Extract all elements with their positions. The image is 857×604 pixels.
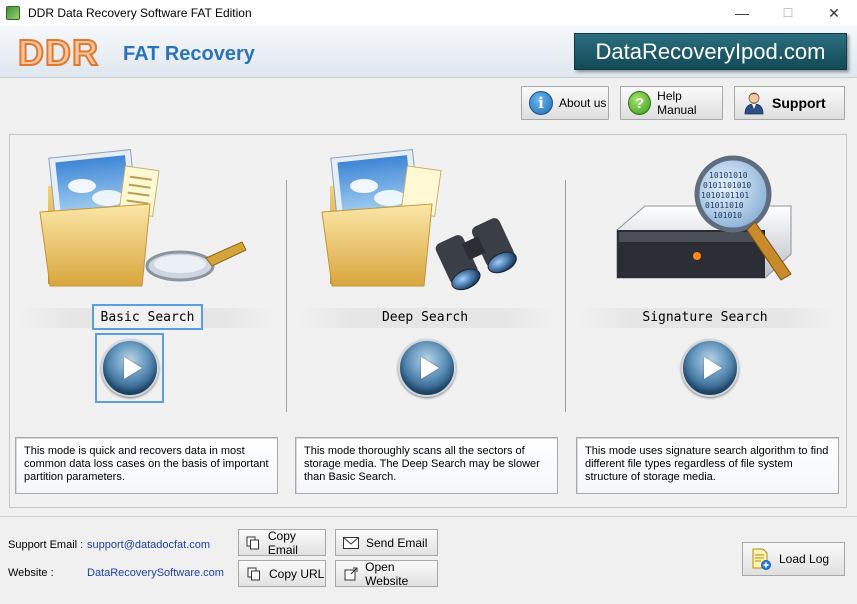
deep-search-label[interactable]: Deep Search <box>350 310 500 325</box>
info-icon: i <box>529 91 553 115</box>
website-badge: DataRecoveryIpod.com <box>574 33 847 70</box>
close-button[interactable]: ✕ <box>811 0 857 26</box>
copy-email-button[interactable]: Copy Email <box>238 528 326 557</box>
help-manual-button[interactable]: ? Help Manual <box>620 86 723 120</box>
play-icon <box>420 357 439 379</box>
title-bar: DDR Data Recovery Software FAT Edition —… <box>0 0 857 26</box>
send-email-button[interactable]: Send Email <box>335 529 438 556</box>
svg-text:10101010: 10101010 <box>709 171 748 180</box>
copy-url-label: Copy URL <box>269 566 325 581</box>
maximize-button[interactable]: ☐ <box>765 0 811 26</box>
window-title: DDR Data Recovery Software FAT Edition <box>28 6 252 20</box>
question-icon: ? <box>628 91 652 115</box>
send-email-label: Send Email <box>366 535 428 550</box>
svg-text:01011010: 01011010 <box>705 201 744 210</box>
support-email-link[interactable]: support@datadocfat.com <box>87 539 210 551</box>
minimize-button[interactable]: — <box>719 0 765 26</box>
product-name: FAT Recovery <box>123 43 255 65</box>
open-website-button[interactable]: Open Website <box>335 559 438 588</box>
user-icon <box>742 91 766 115</box>
support-label: Support <box>772 95 826 111</box>
help-manual-label: Help Manual <box>657 89 697 117</box>
signature-search-description: This mode uses signature search algorith… <box>576 437 839 494</box>
signature-search-label[interactable]: Signature Search <box>615 310 795 325</box>
svg-text:0101101010: 0101101010 <box>703 181 751 190</box>
svg-text:1010101101: 1010101101 <box>701 191 749 200</box>
footer-separator <box>0 516 857 517</box>
drive-magnifier-icon: 10101010 0101101010 1010101101 01011010 … <box>616 155 792 281</box>
support-button[interactable]: Support <box>734 86 845 120</box>
load-log-icon <box>751 548 771 570</box>
copy-email-label: Copy Email <box>267 528 298 557</box>
divider <box>565 180 566 412</box>
open-website-label: Open Website <box>365 559 409 588</box>
deep-search-start-button[interactable] <box>398 339 456 397</box>
divider <box>286 180 287 412</box>
folder-magnifier-icon <box>39 149 247 287</box>
signature-search-start-button[interactable] <box>681 339 739 397</box>
basic-search-start-button[interactable] <box>101 339 159 397</box>
website-link[interactable]: DataRecoverySoftware.com <box>87 567 224 579</box>
window-controls: — ☐ ✕ <box>719 0 857 26</box>
copy-icon <box>246 566 262 582</box>
play-icon <box>123 357 142 379</box>
about-us-button[interactable]: i About us <box>521 86 609 120</box>
load-log-button[interactable]: Load Log <box>742 542 845 576</box>
ddr-logo: DDR <box>17 32 99 73</box>
basic-search-label[interactable]: Basic Search <box>92 310 203 325</box>
play-icon <box>703 357 722 379</box>
deep-search-description: This mode thoroughly scans all the secto… <box>295 437 558 494</box>
header-banner: DDR FAT Recovery DataRecoveryIpod.com <box>0 26 857 78</box>
support-email-label: Support Email : <box>8 539 84 551</box>
folder-binoculars-icon <box>321 149 517 291</box>
envelope-icon <box>343 535 359 551</box>
copy-url-button[interactable]: Copy URL <box>238 560 326 587</box>
external-link-icon <box>343 566 358 582</box>
copy-icon <box>246 535 261 551</box>
svg-text:101010: 101010 <box>713 211 742 220</box>
website-label: Website : <box>8 567 54 579</box>
about-us-label: About us <box>559 96 607 110</box>
app-icon <box>6 6 20 20</box>
basic-search-description: This mode is quick and recovers data in … <box>15 437 278 494</box>
load-log-label: Load Log <box>779 552 830 566</box>
